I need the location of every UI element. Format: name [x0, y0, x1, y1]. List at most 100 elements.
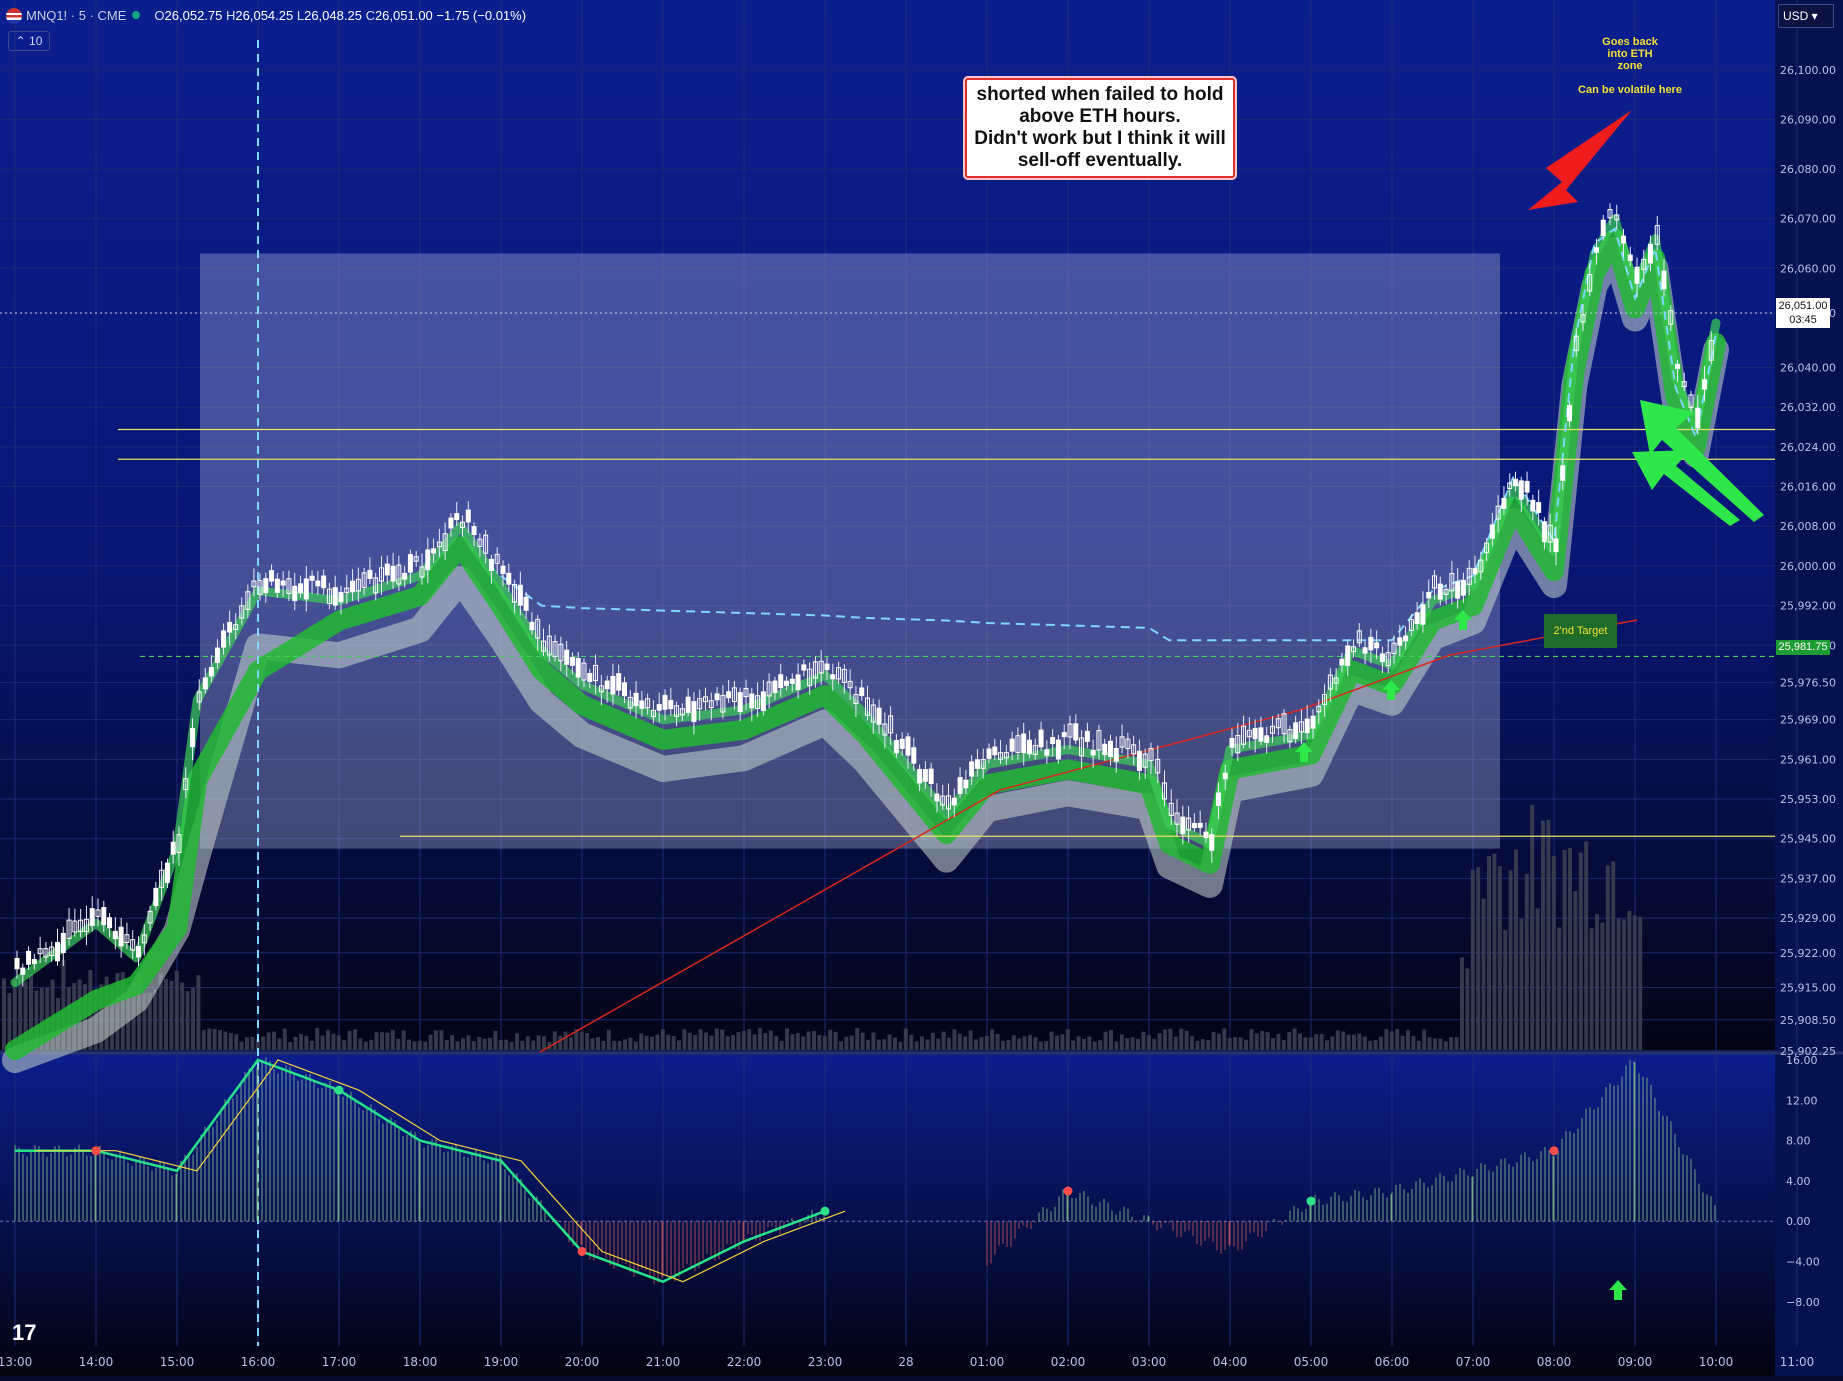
- candle-body: [801, 664, 807, 671]
- candle-body: [1648, 243, 1653, 264]
- time-tick-label: 18:00: [403, 1355, 438, 1369]
- price-tick-label: 26,008.00: [1780, 520, 1836, 533]
- volume-bar: [1443, 1041, 1448, 1050]
- volume-bar: [984, 1036, 989, 1050]
- volume-bar: [1584, 841, 1589, 1050]
- tradingview-logo-icon[interactable]: 17: [12, 1320, 36, 1346]
- candle-body: [934, 793, 940, 802]
- volume-bar: [947, 1037, 951, 1050]
- currency-selector[interactable]: USD ▾: [1778, 4, 1834, 28]
- candle-body: [465, 509, 471, 523]
- candle-body: [1460, 579, 1466, 596]
- volume-bar: [207, 1028, 212, 1050]
- candle-body: [1426, 592, 1432, 599]
- candle-body: [1374, 642, 1380, 649]
- time-tick-label: 28: [898, 1355, 913, 1369]
- low-value: 26,048.25: [304, 7, 362, 23]
- volume-bar: [1190, 1036, 1194, 1050]
- volume-bar: [1541, 820, 1545, 1050]
- volume-bar: [1195, 1040, 1200, 1050]
- market-status-icon: [132, 11, 141, 19]
- volume-bar: [693, 1035, 698, 1050]
- time-tick-label: 11:00: [1780, 1355, 1815, 1369]
- volume-bar: [1595, 914, 1599, 1050]
- volume-bar: [401, 1030, 406, 1050]
- candle-body: [1216, 792, 1221, 806]
- last-price-tag: 26,051.00 03:45: [1776, 298, 1830, 328]
- volume-bar: [1006, 1039, 1011, 1050]
- volume-bar: [466, 1035, 471, 1050]
- volume-bar: [1492, 853, 1497, 1050]
- second-target-label: 2'nd Target: [1544, 614, 1617, 648]
- candle-body: [1222, 772, 1228, 780]
- candle-body: [529, 621, 535, 631]
- volume-bar: [779, 1040, 784, 1050]
- candle-body: [830, 674, 836, 680]
- time-tick-label: 19:00: [484, 1355, 519, 1369]
- volume-bar: [1319, 1034, 1324, 1050]
- volume-bar: [644, 1035, 649, 1050]
- time-tick-label: 21:00: [646, 1355, 681, 1369]
- volume-bar: [239, 1041, 244, 1050]
- price-chart[interactable]: 26,100.00 26,090.00 26,080.00 26,070.00 26,0…: [0, 0, 1843, 1376]
- candle-body: [604, 680, 610, 690]
- volume-bar: [493, 1030, 498, 1050]
- volume-bar: [1314, 1034, 1319, 1050]
- volume-bar: [1330, 1036, 1335, 1050]
- volume-bar: [1098, 1040, 1103, 1050]
- volume-bar: [1092, 1041, 1097, 1050]
- volume-bar: [1114, 1041, 1119, 1050]
- indicator-count-badge[interactable]: ⌃ 10: [8, 31, 50, 51]
- volume-bar: [920, 1036, 924, 1050]
- legend-header[interactable]: MNQ1! · 5 · CME O26,052.75 H26,054.25 L2…: [0, 0, 526, 30]
- symbol-label[interactable]: MNQ1! · 5 · CME: [26, 8, 126, 23]
- candle-body: [112, 930, 118, 940]
- candle-body: [221, 630, 227, 648]
- price-tick-label: 26,070.00: [1780, 213, 1836, 226]
- candle-body: [616, 673, 622, 691]
- volume-bar: [1184, 1030, 1189, 1050]
- candle-body: [280, 580, 286, 586]
- volume-bar: [1325, 1040, 1329, 1050]
- candle-body: [1038, 729, 1044, 748]
- candle-body: [1489, 524, 1495, 539]
- chart-window: 26,100.00 26,090.00 26,080.00 26,070.00 26,0…: [0, 0, 1843, 1376]
- price-tick-label: 26,090.00: [1780, 114, 1836, 127]
- volume-bar: [833, 1031, 838, 1050]
- candle-body: [1403, 635, 1409, 642]
- volume-bar: [606, 1029, 611, 1050]
- volume-bar: [1109, 1030, 1113, 1050]
- candle-body: [963, 779, 969, 789]
- volume-bar: [1233, 1037, 1238, 1050]
- candle-body: [957, 777, 963, 794]
- volume-bar: [1616, 918, 1621, 1050]
- volume-bar: [563, 1031, 568, 1050]
- volume-bar: [698, 1029, 703, 1050]
- candle-body: [448, 517, 454, 529]
- volume-bar: [299, 1033, 303, 1050]
- volume-bar: [866, 1039, 870, 1050]
- volume-bar: [714, 1028, 719, 1050]
- candle-body: [1197, 822, 1203, 828]
- volume-bar: [1298, 1033, 1302, 1050]
- volume-bar: [228, 1033, 233, 1050]
- volume-bar: [925, 1039, 930, 1050]
- volume-bar: [1449, 1037, 1454, 1050]
- volume-bar: [282, 1028, 287, 1050]
- volume-bar: [1346, 1034, 1351, 1050]
- volume-bar: [180, 982, 185, 1050]
- volume-bar: [828, 1029, 833, 1050]
- price-tick-label: 25,945.00: [1780, 833, 1836, 846]
- volume-bar: [1627, 910, 1632, 1050]
- candle-body: [639, 700, 645, 709]
- candle-body: [784, 680, 789, 687]
- candle-body: [202, 677, 208, 690]
- volume-bar: [169, 980, 174, 1050]
- candle-body: [575, 657, 581, 678]
- oscillator-pane-bg: [0, 1054, 1843, 1376]
- volume-bar: [1103, 1031, 1108, 1050]
- volume-bar: [1508, 870, 1513, 1050]
- volume-bar: [369, 1039, 374, 1050]
- candle-body: [1209, 834, 1215, 851]
- volume-bar: [876, 1039, 881, 1050]
